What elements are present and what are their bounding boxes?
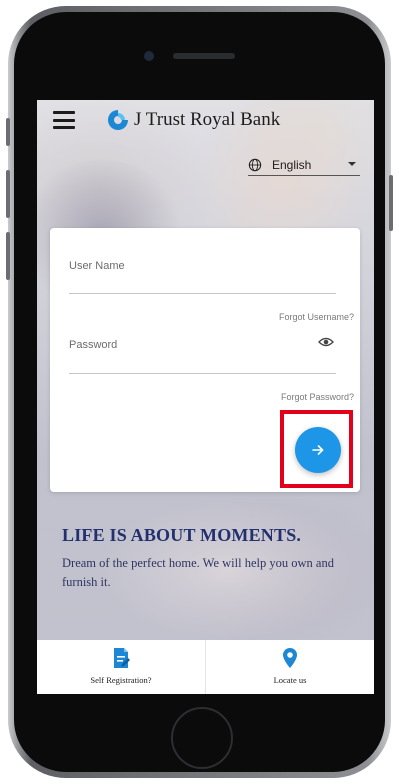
earpiece-speaker [173, 53, 235, 59]
locate-us-label: Locate us [273, 675, 307, 685]
username-field[interactable]: User Name [69, 255, 336, 294]
self-registration-label: Self Registration? [90, 675, 152, 685]
username-label: User Name [69, 260, 125, 272]
brand-name: J Trust Royal Bank [134, 109, 281, 130]
language-select[interactable]: English [248, 155, 360, 176]
eye-icon[interactable] [318, 336, 334, 348]
home-button[interactable] [171, 707, 233, 769]
volume-down-button [6, 232, 10, 280]
chevron-down-icon [348, 162, 356, 166]
locate-us-tab[interactable]: Locate us [205, 640, 374, 694]
mute-switch [6, 118, 10, 146]
power-button [389, 175, 393, 231]
menu-icon[interactable] [53, 111, 75, 129]
volume-up-button [6, 170, 10, 218]
arrow-right-icon [312, 445, 324, 455]
bank-logo-icon [108, 110, 128, 130]
self-registration-tab[interactable]: Self Registration? [37, 640, 205, 694]
language-label: English [272, 158, 312, 172]
bank-brand: J Trust Royal Bank [106, 108, 280, 132]
login-submit-button[interactable] [295, 427, 341, 473]
globe-icon [248, 158, 262, 172]
app-screen: J Trust Royal Bank English User Name For… [37, 100, 374, 694]
password-field[interactable]: Password [69, 332, 336, 374]
promo-headline: LIFE IS ABOUT MOMENTS. [62, 525, 302, 545]
forgot-password-link[interactable]: Forgot Password? [281, 392, 354, 402]
promo-subtext: Dream of the perfect home. We will help … [62, 556, 334, 589]
front-camera [144, 51, 154, 61]
forgot-username-link[interactable]: Forgot Username? [279, 312, 354, 322]
registration-icon [114, 648, 130, 668]
bottom-navigation: Self Registration? Locate us [37, 640, 374, 694]
password-label: Password [69, 339, 118, 351]
location-pin-icon [283, 648, 297, 668]
